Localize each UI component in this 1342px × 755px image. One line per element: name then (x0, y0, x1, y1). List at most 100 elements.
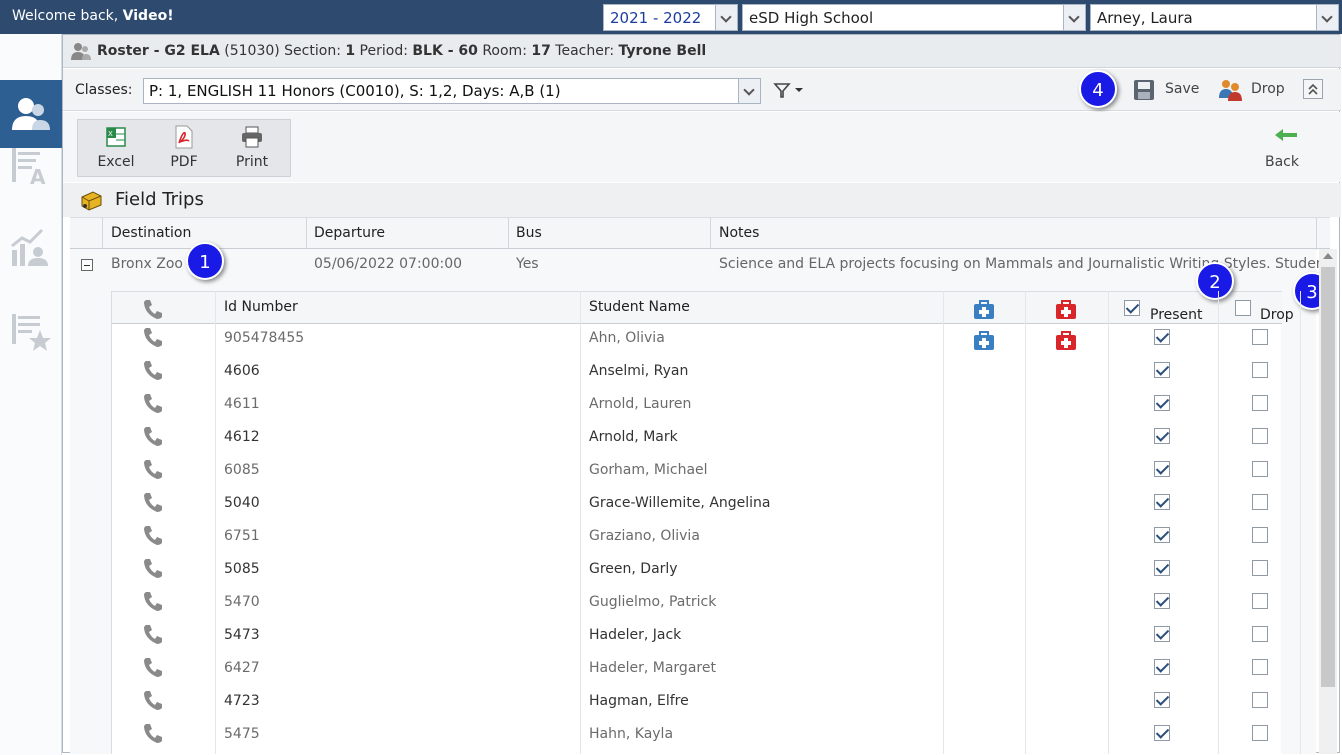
period-label: Period: (355, 43, 413, 59)
present-checkbox[interactable] (1154, 527, 1170, 543)
chevron-down-icon[interactable] (1316, 5, 1338, 30)
chevron-down-icon[interactable] (1063, 5, 1085, 30)
back-button[interactable]: Back (1257, 126, 1317, 176)
pdf-button[interactable]: PDF (150, 120, 218, 178)
table-row[interactable]: 5475 Hahn, Kayla (112, 720, 1282, 753)
chevron-down-icon[interactable] (738, 79, 760, 103)
scroll-thumb[interactable] (1321, 267, 1335, 687)
table-row[interactable]: 4606 Anselmi, Ryan (112, 357, 1282, 390)
vertical-scrollbar[interactable] (1319, 249, 1337, 754)
present-checkbox[interactable] (1154, 395, 1170, 411)
scroll-up-icon[interactable] (1323, 253, 1333, 259)
sidebar-item-analytics[interactable] (8, 226, 52, 274)
table-row[interactable]: 6085 Gorham, Michael (112, 456, 1282, 489)
drop-checkbox[interactable] (1252, 461, 1268, 477)
field-trips-header: Field Trips (63, 183, 1341, 217)
column-departure[interactable]: Departure (314, 225, 385, 241)
column-divider (1316, 218, 1317, 250)
phone-icon[interactable] (142, 689, 164, 711)
present-checkbox[interactable] (1154, 626, 1170, 642)
drop-checkbox[interactable] (1252, 494, 1268, 510)
phone-icon[interactable] (142, 524, 164, 546)
table-row[interactable]: 5470 Guglielmo, Patrick (112, 588, 1282, 621)
print-button[interactable]: Print (218, 120, 286, 178)
table-row[interactable]: 4723 Hagman, Elfre (112, 687, 1282, 720)
collapse-row-icon[interactable] (81, 259, 93, 271)
user-select[interactable]: Arney, Laura (1090, 4, 1339, 31)
table-row[interactable]: 6427 Hadeler, Margaret (112, 654, 1282, 687)
column-notes[interactable]: Notes (719, 225, 759, 241)
drop-checkbox[interactable] (1252, 527, 1268, 543)
phone-icon[interactable] (142, 491, 164, 513)
table-row[interactable]: 4612 Arnold, Mark (112, 423, 1282, 456)
student-name: Gorham, Michael (589, 462, 708, 478)
filter-icon[interactable] (773, 81, 809, 99)
table-row[interactable]: Bronx Zoo 1 05/06/2022 07:00:00 Yes Scie… (70, 242, 1338, 289)
present-checkbox[interactable] (1154, 560, 1170, 576)
present-checkbox[interactable] (1154, 494, 1170, 510)
drop-checkbox[interactable] (1252, 659, 1268, 675)
nurse-kit-red-icon[interactable] (1055, 331, 1077, 351)
chevron-down-icon[interactable] (715, 5, 737, 30)
column-drop[interactable]: Drop (1260, 307, 1294, 323)
drop-checkbox[interactable] (1252, 560, 1268, 576)
print-label: Print (235, 154, 269, 170)
sidebar-item-grades[interactable]: A (8, 142, 52, 190)
excel-button[interactable]: X Excel (82, 120, 150, 178)
table-row[interactable]: 5085 Green, Darly (112, 555, 1282, 588)
table-row[interactable]: 905478455 Ahn, Olivia (112, 324, 1282, 357)
present-checkbox[interactable] (1154, 725, 1170, 741)
present-checkbox[interactable] (1154, 428, 1170, 444)
drop-checkbox[interactable] (1252, 626, 1268, 642)
column-bus[interactable]: Bus (516, 225, 542, 241)
nurse-kit-blue-icon[interactable] (973, 331, 995, 351)
present-checkbox[interactable] (1154, 659, 1170, 675)
phone-icon[interactable] (142, 425, 164, 447)
drop-checkbox[interactable] (1252, 593, 1268, 609)
drop-checkbox[interactable] (1252, 725, 1268, 741)
collapse-button[interactable] (1303, 79, 1323, 99)
school-year-select[interactable]: 2021 - 2022 (603, 4, 738, 31)
star-list-icon (12, 314, 51, 351)
sidebar-item-standards[interactable] (8, 308, 52, 356)
drop-checkbox[interactable] (1252, 362, 1268, 378)
drop-checkbox[interactable] (1252, 329, 1268, 345)
present-all-checkbox[interactable] (1124, 300, 1140, 316)
excel-icon: X (106, 127, 126, 147)
export-toolbar: X Excel PDF Print Back (63, 112, 1341, 182)
table-row[interactable]: 5473 Hadeler, Jack (112, 621, 1282, 654)
drop-checkbox[interactable] (1252, 395, 1268, 411)
drop-checkbox[interactable] (1252, 428, 1268, 444)
table-row[interactable]: 5040 Grace-Willemite, Angelina (112, 489, 1282, 522)
student-name: Graziano, Olivia (589, 528, 700, 544)
present-checkbox[interactable] (1154, 593, 1170, 609)
phone-icon[interactable] (142, 557, 164, 579)
phone-icon[interactable] (142, 392, 164, 414)
column-student-name[interactable]: Student Name (589, 299, 690, 315)
phone-icon[interactable] (142, 623, 164, 645)
teacher-label: Teacher: (550, 43, 619, 59)
present-checkbox[interactable] (1154, 329, 1170, 345)
classes-select[interactable]: P: 1, ENGLISH 11 Honors (C0010), S: 1,2,… (143, 78, 761, 104)
phone-icon[interactable] (142, 359, 164, 381)
table-row[interactable]: 6751 Graziano, Olivia (112, 522, 1282, 555)
column-destination[interactable]: Destination (111, 225, 191, 241)
present-checkbox[interactable] (1154, 692, 1170, 708)
drop-checkbox[interactable] (1252, 692, 1268, 708)
sidebar-item-roster[interactable] (0, 80, 62, 148)
phone-icon[interactable] (142, 590, 164, 612)
column-present[interactable]: Present (1150, 307, 1203, 323)
phone-icon[interactable] (142, 458, 164, 480)
drop-all-checkbox[interactable] (1235, 300, 1251, 316)
column-id-number[interactable]: Id Number (224, 299, 298, 315)
phone-icon[interactable] (142, 656, 164, 678)
present-checkbox[interactable] (1154, 362, 1170, 378)
student-id: 6427 (224, 660, 260, 676)
table-row[interactable]: 4611 Arnold, Lauren (112, 390, 1282, 423)
present-checkbox[interactable] (1154, 461, 1170, 477)
school-select[interactable]: eSD High School (742, 4, 1086, 31)
phone-icon[interactable] (142, 326, 164, 348)
top-bar: Welcome back, Video! 2021 - 2022 eSD Hig… (0, 0, 1342, 34)
nurse-kit-blue-icon (974, 300, 994, 319)
phone-icon[interactable] (142, 722, 164, 744)
